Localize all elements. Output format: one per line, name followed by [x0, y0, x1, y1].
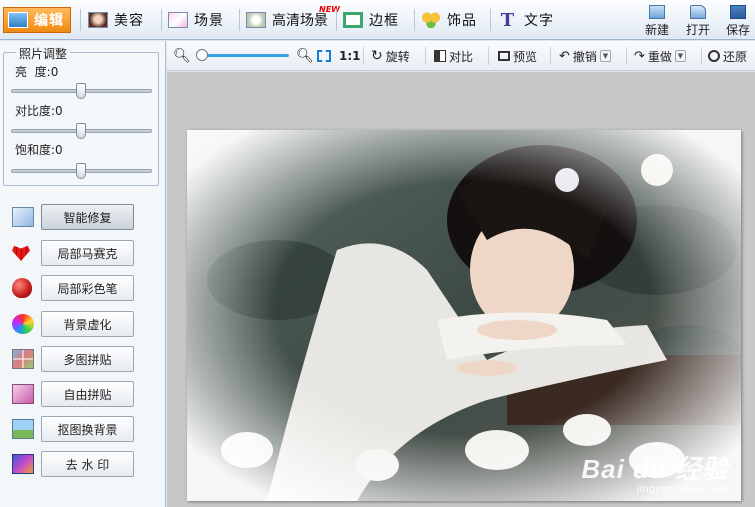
tab-scene[interactable]: 场景 [164, 7, 230, 33]
preview-icon [498, 51, 510, 61]
saturation-label: 饱和度:0 [15, 143, 63, 157]
tool-remove-watermark: 去 水 印 [12, 451, 136, 477]
save-button[interactable]: 保存 [721, 5, 755, 38]
remove-watermark-icon [12, 454, 34, 474]
new-file-icon [649, 5, 665, 19]
tab-accessory[interactable]: 饰品 [417, 7, 483, 33]
photo-adjust-group: 照片调整 亮 度:0 对比度:0 饱和度:0 [3, 45, 159, 186]
tab-text[interactable]: T 文字 [494, 7, 560, 33]
contrast-slider-thumb[interactable] [76, 123, 86, 139]
rotate-icon: ↻ [371, 48, 383, 64]
fit-screen-button[interactable] [317, 47, 331, 65]
tool-background-blur: 背景虚化 [12, 311, 136, 337]
undo-dropdown-icon[interactable]: ▼ [599, 50, 611, 62]
brightness-value: 0 [50, 65, 59, 79]
saturation-slider[interactable] [11, 163, 152, 179]
tab-beauty[interactable]: 美容 [84, 7, 150, 33]
remove-watermark-button[interactable]: 去 水 印 [41, 451, 134, 477]
photo-adjust-title: 照片调整 [16, 45, 71, 62]
border-frame-icon [343, 12, 363, 28]
tool-cutout-background: 抠图换背景 [12, 416, 136, 442]
tab-hd-scene[interactable]: 高清场景 NEW [242, 5, 340, 33]
watermark-main-text: Bai du 经验 [581, 454, 729, 484]
baidu-watermark: Bai du 经验 jingyan.baidu.com [581, 449, 729, 495]
tab-edit[interactable]: 编辑 [3, 7, 71, 33]
photo-edit-icon [8, 12, 28, 28]
redo-button[interactable]: ↷ 重做 ▼ [634, 47, 686, 65]
tool-smart-repair: 智能修复 [12, 204, 136, 230]
compare-icon [434, 50, 446, 62]
brightness-label: 亮 度:0 [15, 65, 59, 79]
photo-image [187, 130, 741, 501]
tool-local-color-pen: 局部彩色笔 [12, 275, 136, 301]
brightness-slider-thumb[interactable] [76, 83, 86, 99]
actual-size-button[interactable]: 1:1 [339, 47, 361, 65]
zoom-slider[interactable] [197, 54, 289, 57]
edited-photo[interactable]: Bai du 经验 jingyan.baidu.com [187, 130, 741, 501]
tool-local-mosaic: 局部马赛克 [12, 240, 136, 266]
brightness-slider[interactable] [11, 83, 152, 99]
zoom-in-icon: 🔍︎ [296, 48, 314, 64]
face-beauty-icon [88, 12, 108, 28]
fit-screen-icon [317, 50, 331, 62]
save-disk-icon [730, 5, 746, 19]
local-mosaic-button[interactable]: 局部马赛克 [41, 240, 134, 266]
preview-button[interactable]: 预览 [498, 47, 537, 65]
contrast-label: 对比度:0 [15, 104, 63, 118]
color-apple-icon [12, 278, 32, 298]
contrast-slider[interactable] [11, 123, 152, 139]
saturation-value: 0 [55, 143, 63, 157]
background-blur-button[interactable]: 背景虚化 [41, 311, 134, 337]
rotate-button[interactable]: ↻ 旋转 [371, 47, 410, 65]
free-collage-icon [12, 384, 34, 404]
cutout-background-button[interactable]: 抠图换背景 [41, 416, 134, 442]
undo-icon: ↶ [559, 48, 570, 64]
undo-button[interactable]: ↶ 撤销 ▼ [559, 47, 611, 65]
canvas-area: Bai du 经验 jingyan.baidu.com [167, 72, 755, 507]
edit-toolbar: 🔍︎ 🔍︎ 1:1 ↻ 旋转 对比 预览 ↶ 撤销 ▼ ↷ 重做 ▼ 还原 [167, 41, 755, 71]
contrast-value: 0 [55, 104, 63, 118]
grid-collage-icon [12, 349, 34, 369]
redo-icon: ↷ [634, 48, 645, 64]
redo-dropdown-icon[interactable]: ▼ [674, 50, 686, 62]
tool-free-collage: 自由拼贴 [12, 381, 136, 407]
multi-collage-button[interactable]: 多图拼贴 [41, 346, 134, 372]
magic-wand-icon [12, 207, 34, 227]
cutout-bg-icon [12, 419, 34, 439]
color-dots-icon [12, 314, 34, 334]
zoom-out-icon: 🔍︎ [173, 48, 191, 64]
zoom-slider-thumb[interactable] [196, 49, 208, 61]
main-toolbar: 编辑 美容 场景 高清场景 NEW 边框 饰品 T 文字 新建 打开 保存 [0, 0, 755, 40]
new-button[interactable]: 新建 [640, 5, 674, 38]
left-panel: 照片调整 亮 度:0 对比度:0 饱和度:0 智能修复 局部马赛克 局部彩色笔 [0, 41, 166, 507]
mosaic-heart-icon [12, 245, 30, 261]
compare-button[interactable]: 对比 [434, 47, 473, 65]
clover-icon [421, 12, 441, 28]
restore-circle-icon [708, 50, 720, 62]
open-folder-icon [690, 5, 706, 19]
zoom-out-button[interactable]: 🔍︎ [173, 47, 191, 65]
open-button[interactable]: 打开 [681, 5, 715, 38]
local-color-pen-button[interactable]: 局部彩色笔 [41, 275, 134, 301]
hd-scene-icon [246, 12, 266, 28]
tab-border[interactable]: 边框 [339, 7, 405, 33]
scene-frame-icon [168, 12, 188, 28]
free-collage-button[interactable]: 自由拼贴 [41, 381, 134, 407]
text-t-icon: T [500, 9, 516, 31]
zoom-in-button[interactable]: 🔍︎ [296, 47, 314, 65]
saturation-slider-thumb[interactable] [76, 163, 86, 179]
restore-button[interactable]: 还原 [708, 47, 747, 65]
smart-repair-button[interactable]: 智能修复 [41, 204, 134, 230]
tool-multi-collage: 多图拼贴 [12, 346, 136, 372]
